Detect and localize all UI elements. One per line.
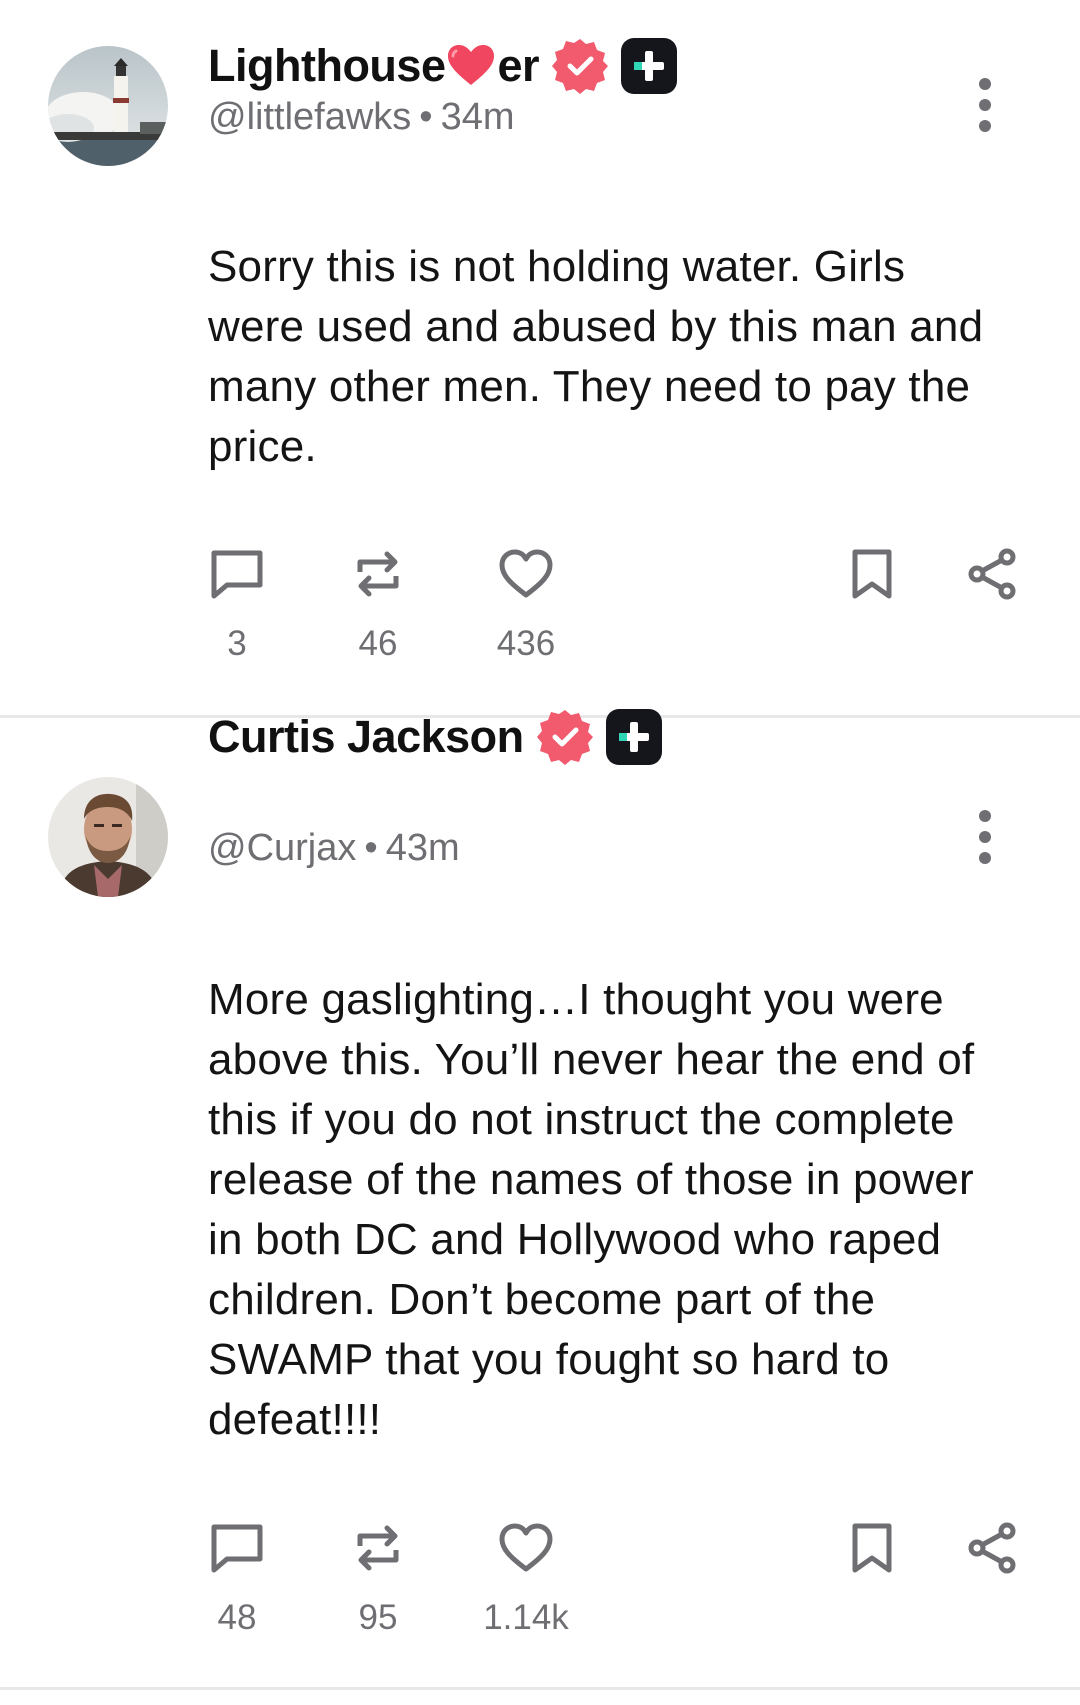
handle-row: @littlefawks • 34m bbox=[208, 96, 515, 139]
share-icon[interactable] bbox=[966, 548, 1018, 600]
reply-button[interactable]: 3 bbox=[177, 548, 297, 664]
post-body: More gaslighting…I thought you were abov… bbox=[208, 975, 975, 1444]
author-row: Curtis Jackson bbox=[208, 707, 664, 767]
like-icon bbox=[499, 1523, 553, 1572]
like-button[interactable]: 436 bbox=[466, 548, 586, 664]
repost-count: 46 bbox=[358, 624, 398, 663]
verified-icon bbox=[552, 39, 609, 94]
plus-badge-icon bbox=[621, 38, 678, 94]
divider bbox=[0, 1687, 1080, 1690]
separator: • bbox=[419, 96, 433, 138]
repost-button[interactable]: 46 bbox=[318, 548, 438, 664]
repost-button[interactable]: 95 bbox=[318, 1522, 438, 1638]
heart-emoji-icon bbox=[448, 45, 495, 85]
like-count: 1.14k bbox=[483, 1598, 569, 1637]
reply-button[interactable]: 48 bbox=[177, 1522, 297, 1638]
post: Curtis Jackson @Curjax • 43m More gaslight… bbox=[0, 709, 1080, 1687]
bookmark-icon[interactable] bbox=[850, 548, 894, 600]
handle[interactable]: @littlefawks bbox=[208, 96, 411, 138]
like-count: 436 bbox=[496, 624, 556, 663]
repost-count: 95 bbox=[358, 1598, 398, 1637]
display-name-part: er bbox=[497, 40, 540, 91]
display-name[interactable]: Lighthouse er bbox=[208, 40, 540, 92]
action-bar: 3 46 436 bbox=[0, 548, 1080, 678]
display-name-part: Lighthouse bbox=[208, 40, 446, 91]
handle[interactable]: @Curjax bbox=[208, 827, 356, 869]
avatar[interactable] bbox=[48, 777, 168, 897]
timestamp[interactable]: 43m bbox=[386, 827, 460, 869]
like-button[interactable]: 1.14k bbox=[466, 1522, 586, 1638]
share-icon[interactable] bbox=[966, 1522, 1018, 1574]
timestamp[interactable]: 34m bbox=[441, 96, 515, 138]
reply-count: 3 bbox=[227, 624, 247, 663]
bookmark-icon[interactable] bbox=[850, 1522, 894, 1574]
handle-row: @Curjax • 43m bbox=[208, 827, 460, 870]
plus-badge-icon bbox=[605, 709, 662, 765]
display-name[interactable]: Curtis Jackson bbox=[208, 711, 524, 763]
verified-icon bbox=[536, 710, 593, 765]
post-body: Sorry this is not holding water. Girls w… bbox=[208, 242, 984, 471]
repost-icon bbox=[357, 551, 399, 597]
reply-count: 48 bbox=[217, 1598, 257, 1637]
more-icon[interactable] bbox=[970, 807, 1000, 867]
reply-icon bbox=[211, 1524, 263, 1573]
action-bar: 48 95 1.14k bbox=[0, 1522, 1080, 1652]
author-row: Lighthouse er bbox=[208, 36, 679, 96]
like-icon bbox=[499, 549, 553, 598]
more-icon[interactable] bbox=[970, 75, 1000, 135]
avatar[interactable] bbox=[48, 46, 168, 166]
reply-icon bbox=[211, 550, 263, 599]
separator: • bbox=[364, 827, 378, 869]
repost-icon bbox=[357, 1525, 399, 1571]
post: Lighthouse er @littlefawks • 34m Sorry this… bbox=[0, 0, 1080, 717]
